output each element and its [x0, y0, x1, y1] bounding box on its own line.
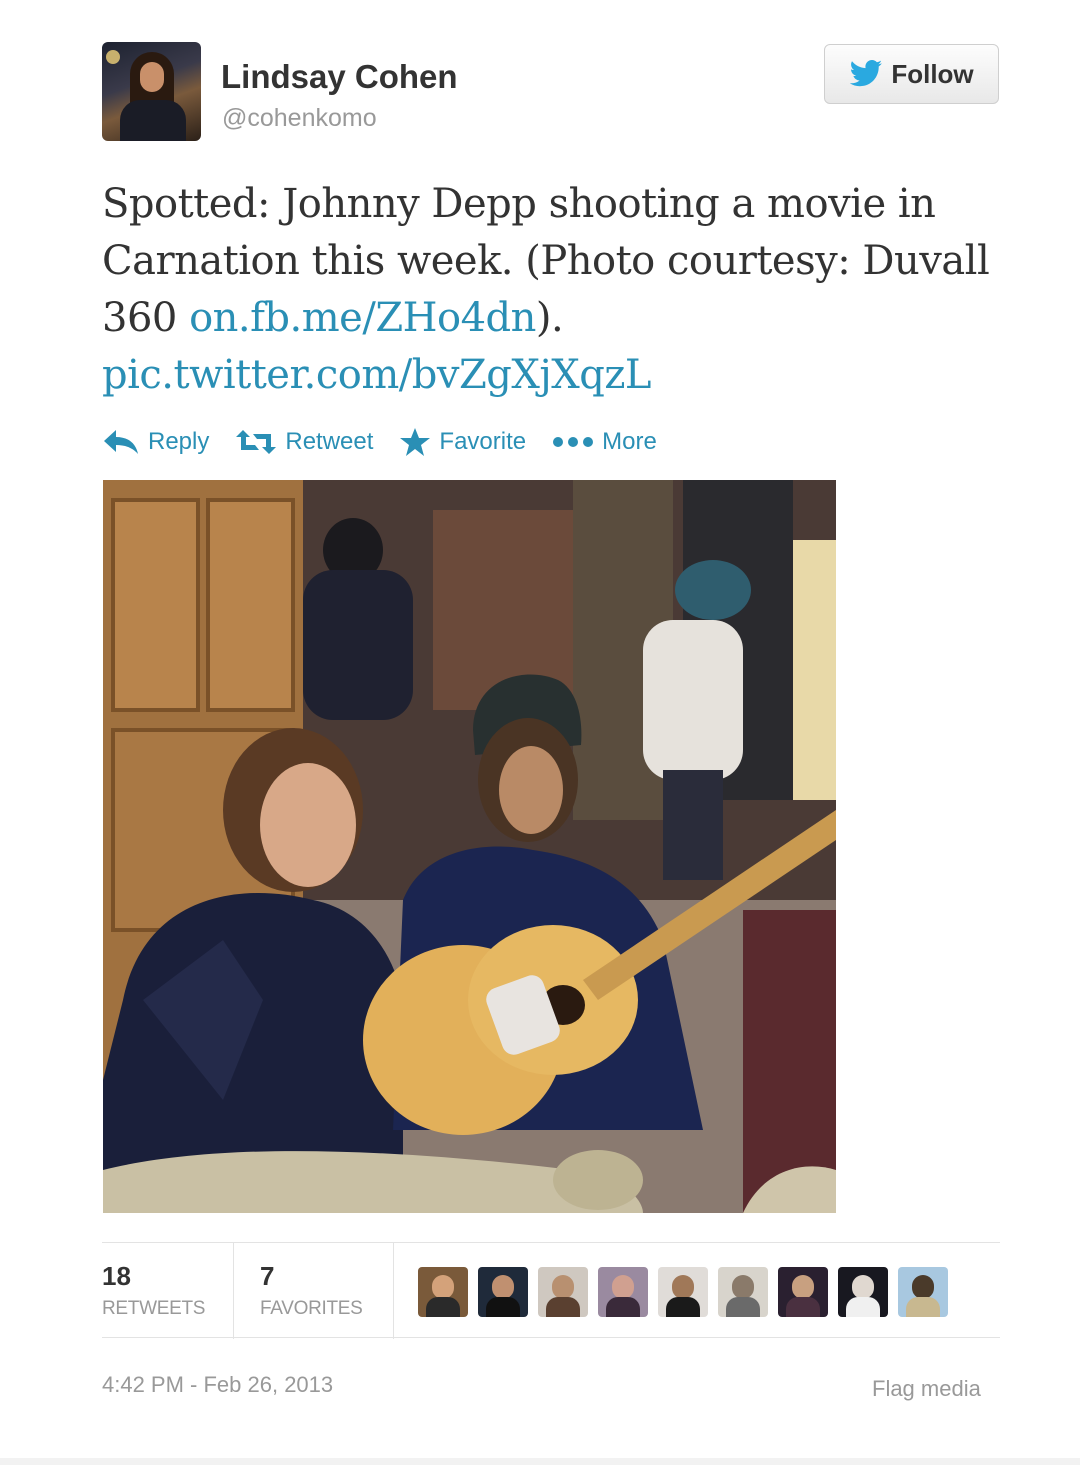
engager-avatar[interactable] [418, 1267, 468, 1317]
engager-avatar[interactable] [838, 1267, 888, 1317]
favorites-count: 7 [260, 1261, 275, 1291]
engager-avatar[interactable] [658, 1267, 708, 1317]
tweet-link-pic[interactable]: pic.twitter.com/bvZgXjXqzL [102, 352, 651, 398]
more-action[interactable]: More [552, 428, 657, 456]
tweet-text-line-3: 360 [102, 295, 190, 341]
favorites-label: FAVORITES [260, 1298, 363, 1319]
favorites-stat[interactable]: 7 FAVORITES [234, 1243, 394, 1339]
flag-media-link[interactable]: Flag media [872, 1376, 981, 1402]
tweet-photo[interactable] [103, 480, 836, 1213]
bottom-divider [0, 1458, 1080, 1465]
retweets-label: RETWEETS [102, 1298, 206, 1319]
tweet-link-fb[interactable]: on.fb.me/ZHo4dn [189, 295, 536, 341]
reply-icon [104, 430, 138, 454]
retweets-count: 18 [102, 1261, 131, 1291]
engager-avatar[interactable] [778, 1267, 828, 1317]
tweet-text-suffix: ). [535, 295, 564, 341]
author-handle[interactable]: @cohenkomo [222, 104, 377, 133]
favorite-label: Favorite [439, 428, 527, 455]
tweet-actions: Reply Retweet Favorite More [102, 422, 683, 462]
star-icon [400, 428, 431, 456]
reply-label: Reply [148, 428, 210, 455]
tweet-text: Spotted: Johnny Depp shooting a movie in… [102, 176, 1002, 404]
tweet-timestamp[interactable]: 4:42 PM - Feb 26, 2013 [102, 1372, 333, 1398]
more-label: More [602, 428, 657, 455]
follow-button-label: Follow [891, 58, 974, 89]
retweet-icon [236, 430, 277, 454]
engager-avatar[interactable] [538, 1267, 588, 1317]
engager-avatar[interactable] [718, 1267, 768, 1317]
author-avatar[interactable] [102, 42, 201, 141]
retweet-action[interactable]: Retweet [235, 428, 373, 456]
retweet-label: Retweet [285, 428, 374, 455]
reply-action[interactable]: Reply [102, 428, 209, 456]
avatar-face [140, 62, 164, 92]
favorite-action[interactable]: Favorite [399, 427, 526, 457]
engagement-stats: 18 RETWEETS 7 FAVORITES [102, 1242, 1000, 1339]
tweet-text-line-2: Carnation this week. (Photo courtesy: Du… [102, 238, 990, 284]
ellipsis-icon [553, 437, 594, 447]
author-name[interactable]: Lindsay Cohen [221, 58, 458, 96]
follow-button[interactable]: Follow [824, 44, 999, 104]
tweet-text-line-1: Spotted: Johnny Depp shooting a movie in [102, 181, 936, 227]
engager-avatar[interactable] [898, 1267, 948, 1317]
retweets-stat[interactable]: 18 RETWEETS [102, 1243, 234, 1339]
engager-avatars [418, 1267, 948, 1317]
engager-avatar[interactable] [598, 1267, 648, 1317]
avatar-body [120, 100, 186, 141]
avatar-background-light [106, 50, 120, 64]
tweet-card: Lindsay Cohen @cohenkomo Follow Spotted:… [0, 0, 1080, 1465]
photo-illustration [103, 480, 836, 1213]
twitter-bird-icon [850, 60, 883, 87]
engager-avatar[interactable] [478, 1267, 528, 1317]
